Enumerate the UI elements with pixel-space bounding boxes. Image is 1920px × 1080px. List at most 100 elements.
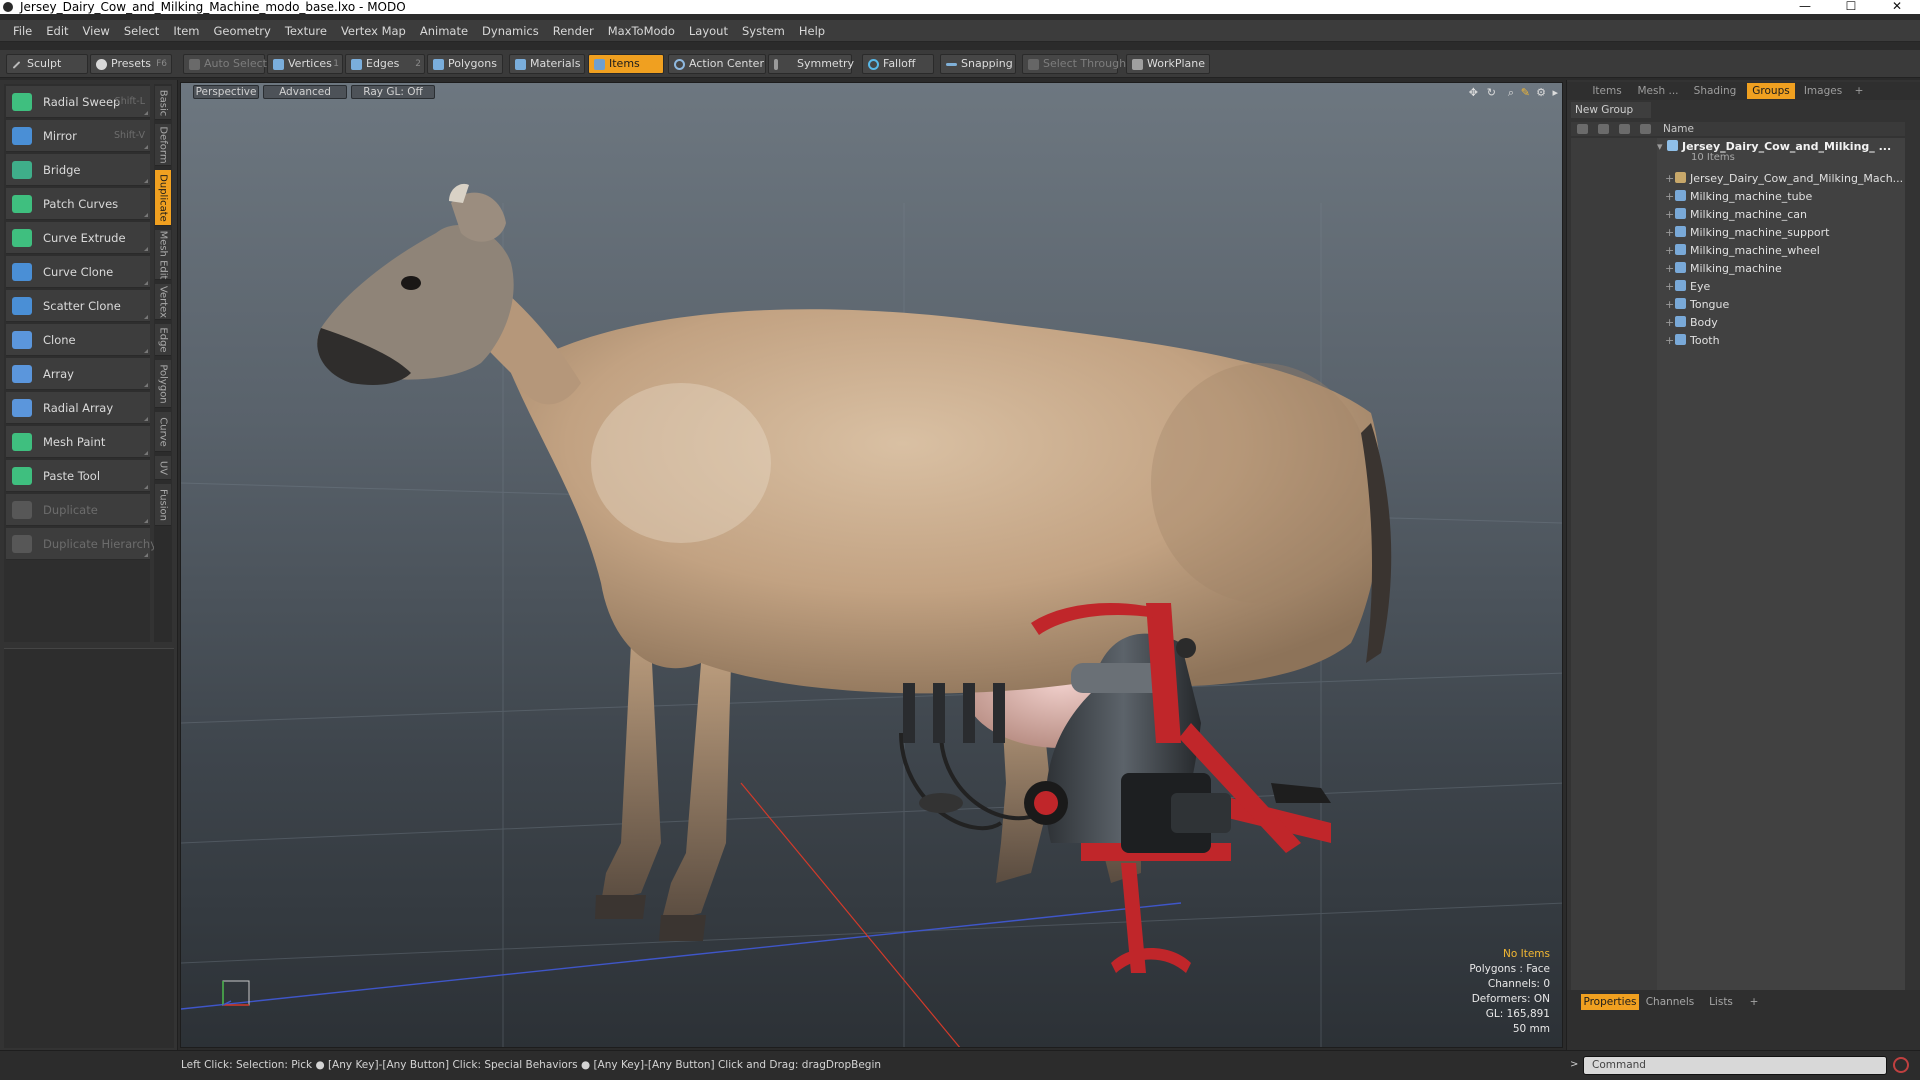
menu-file[interactable]: File: [6, 24, 39, 38]
vtab-deform[interactable]: Deform: [155, 124, 171, 166]
tree-item[interactable]: + Milking_machine_wheel: [1657, 242, 1905, 260]
viewport-settings-icon[interactable]: ⚙: [1536, 86, 1546, 99]
new-group-button[interactable]: New Group: [1571, 102, 1651, 118]
tree-item[interactable]: + Tooth: [1657, 332, 1905, 350]
tree-item[interactable]: + Milking_machine_tube: [1657, 188, 1905, 206]
bottom-tab-channels[interactable]: Channels: [1645, 994, 1695, 1010]
rotate-view-icon[interactable]: ↻: [1487, 86, 1496, 99]
sculpt-button[interactable]: Sculpt: [6, 54, 88, 74]
menu-animate[interactable]: Animate: [413, 24, 475, 38]
edges-button[interactable]: Edges 2: [345, 54, 425, 74]
vtab-fusion[interactable]: Fusion: [155, 484, 171, 526]
expand-icon[interactable]: +: [1665, 170, 1675, 188]
visibility-column-icon[interactable]: [1577, 124, 1588, 134]
menu-geometry[interactable]: Geometry: [207, 24, 278, 38]
tool-clone[interactable]: Clone: [6, 324, 150, 356]
menu-maxtomodo[interactable]: MaxToModo: [601, 24, 682, 38]
menu-edit[interactable]: Edit: [39, 24, 75, 38]
polygons-button[interactable]: Polygons: [427, 54, 503, 74]
tool-scatter-clone[interactable]: Scatter Clone: [6, 290, 150, 322]
bottom-tab-lists[interactable]: Lists: [1701, 994, 1741, 1010]
presets-button[interactable]: Presets F6: [90, 54, 172, 74]
vtab-basic[interactable]: Basic: [155, 86, 171, 120]
bottom-tab-properties[interactable]: Properties: [1581, 994, 1639, 1010]
expand-icon[interactable]: +: [1665, 278, 1675, 296]
vtab-vertex[interactable]: Vertex: [155, 284, 171, 320]
tool-radial-sweep[interactable]: Radial Sweep Shift-L: [6, 86, 150, 118]
bottom-tab-add[interactable]: +: [1747, 994, 1761, 1010]
tree-item[interactable]: + Eye: [1657, 278, 1905, 296]
3d-viewport[interactable]: Perspective Advanced Ray GL: Off ✥ ↻ ⌕ ✎…: [180, 82, 1563, 1048]
select-column-icon[interactable]: [1640, 124, 1651, 134]
render-column-icon[interactable]: [1598, 124, 1609, 134]
tool-mirror[interactable]: Mirror Shift-V: [6, 120, 150, 152]
expand-icon[interactable]: +: [1665, 242, 1675, 260]
menu-texture[interactable]: Texture: [278, 24, 334, 38]
tool-curve-clone[interactable]: Curve Clone: [6, 256, 150, 288]
vtab-duplicate[interactable]: Duplicate: [155, 170, 171, 226]
zoom-view-icon[interactable]: ⌕: [1508, 86, 1514, 100]
tool-mesh-paint[interactable]: Mesh Paint: [6, 426, 150, 458]
panel-tab-shading[interactable]: Shading: [1687, 83, 1743, 99]
minimize-button[interactable]: —: [1782, 0, 1828, 14]
action-center-button[interactable]: Action Center: [668, 54, 766, 74]
vtab-polygon[interactable]: Polygon: [155, 360, 171, 408]
symmetry-button[interactable]: Symmetry: [768, 54, 854, 74]
materials-button[interactable]: Materials: [509, 54, 585, 74]
shading-mode-button[interactable]: Advanced: [263, 85, 347, 99]
vtab-curve[interactable]: Curve: [155, 412, 171, 452]
tree-item[interactable]: + Tongue: [1657, 296, 1905, 314]
falloff-button[interactable]: Falloff: [862, 54, 934, 74]
panel-tab-groups[interactable]: Groups: [1747, 83, 1795, 99]
menu-render[interactable]: Render: [546, 24, 601, 38]
menu-layout[interactable]: Layout: [682, 24, 735, 38]
menu-select[interactable]: Select: [117, 24, 166, 38]
vtab-uv[interactable]: UV: [155, 456, 171, 480]
menu-view[interactable]: View: [76, 24, 117, 38]
viewport-menu-arrow-icon[interactable]: ▸: [1552, 86, 1558, 99]
command-history-arrow-icon[interactable]: >: [1570, 1059, 1578, 1070]
menu-system[interactable]: System: [735, 24, 792, 38]
select-through-button[interactable]: Select Through: [1022, 54, 1126, 74]
panel-tab-images[interactable]: Images: [1799, 83, 1847, 99]
close-button[interactable]: ✕: [1874, 0, 1920, 14]
lock-column-icon[interactable]: [1619, 124, 1630, 134]
collapse-arrow-icon[interactable]: ▾: [1657, 138, 1667, 156]
raygl-button[interactable]: Ray GL: Off: [351, 85, 435, 99]
vertices-button[interactable]: Vertices 1: [267, 54, 343, 74]
maximize-button[interactable]: ☐: [1828, 0, 1874, 14]
expand-icon[interactable]: +: [1665, 188, 1675, 206]
menu-item[interactable]: Item: [166, 24, 206, 38]
tool-duplicate-hierarchy[interactable]: Duplicate Hierarchy: [6, 528, 157, 560]
expand-icon[interactable]: +: [1665, 224, 1675, 242]
expand-icon[interactable]: +: [1665, 206, 1675, 224]
tool-radial-array[interactable]: Radial Array: [6, 392, 150, 424]
tool-array[interactable]: Array: [6, 358, 150, 390]
items-button[interactable]: Items: [588, 54, 664, 74]
command-input[interactable]: Command: [1583, 1056, 1887, 1075]
tool-bridge[interactable]: Bridge: [6, 154, 150, 186]
tree-item[interactable]: + Milking_machine: [1657, 260, 1905, 278]
fit-view-icon[interactable]: ✎: [1521, 86, 1530, 99]
command-clear-icon[interactable]: [1893, 1057, 1909, 1073]
tool-paste-tool[interactable]: Paste Tool: [6, 460, 150, 492]
tree-item[interactable]: + Milking_machine_support: [1657, 224, 1905, 242]
tool-patch-curves[interactable]: Patch Curves: [6, 188, 150, 220]
menu-vertex-map[interactable]: Vertex Map: [334, 24, 413, 38]
vtab-edge[interactable]: Edge: [155, 324, 171, 356]
vtab-mesh-edit[interactable]: Mesh Edit: [155, 230, 171, 280]
expand-icon[interactable]: +: [1665, 314, 1675, 332]
expand-icon[interactable]: +: [1665, 332, 1675, 350]
menu-dynamics[interactable]: Dynamics: [475, 24, 546, 38]
tree-item[interactable]: + Jersey_Dairy_Cow_and_Milking_Mach...: [1657, 170, 1905, 188]
tool-duplicate[interactable]: Duplicate: [6, 494, 150, 526]
tree-item[interactable]: + Body: [1657, 314, 1905, 332]
tool-curve-extrude[interactable]: Curve Extrude: [6, 222, 150, 254]
menu-help[interactable]: Help: [792, 24, 832, 38]
panel-tab-items[interactable]: Items: [1585, 83, 1629, 99]
move-view-icon[interactable]: ✥: [1469, 86, 1478, 99]
snapping-button[interactable]: Snapping: [940, 54, 1016, 74]
expand-icon[interactable]: +: [1665, 260, 1675, 278]
auto-select-button[interactable]: Auto Select: [183, 54, 267, 74]
tree-item[interactable]: + Milking_machine_can: [1657, 206, 1905, 224]
